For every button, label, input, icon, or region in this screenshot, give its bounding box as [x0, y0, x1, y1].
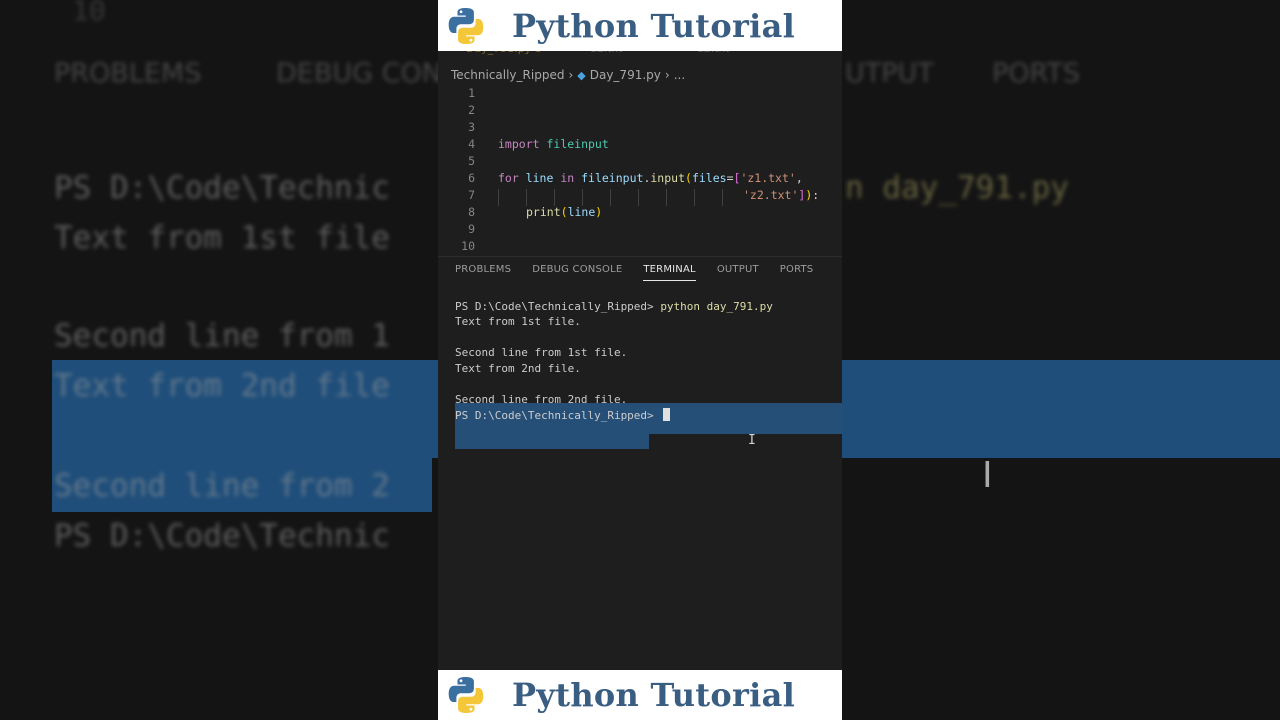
- banner-title: Python Tutorial: [512, 6, 796, 45]
- code-line: for line in fileinput.input(files=['z1.t…: [498, 171, 803, 185]
- code-line: print(line): [526, 205, 603, 219]
- breadcrumb-folder[interactable]: Technically_Ripped: [451, 68, 564, 82]
- terminal-prompt: PS D:\Code\Technically_Ripped>: [455, 408, 671, 423]
- line-number: 1: [468, 86, 475, 100]
- code-line: 'z2.txt']):: [743, 188, 820, 202]
- tab-ports[interactable]: PORTS: [780, 264, 814, 281]
- line-number: 7: [468, 188, 475, 202]
- chevron-right-icon: ›: [568, 68, 574, 82]
- background-line: PS D:\Code\Technic: [54, 170, 390, 206]
- tab-terminal[interactable]: TERMINAL: [643, 264, 696, 281]
- bottom-panel: PROBLEMS DEBUG CONSOLE TERMINAL OUTPUT P…: [438, 256, 842, 671]
- terminal-cursor: [663, 408, 671, 421]
- line-number: 8: [468, 205, 475, 219]
- line-number: 2: [468, 103, 475, 117]
- background-line-number: 10: [72, 0, 106, 27]
- breadcrumb-more[interactable]: ...: [674, 68, 685, 82]
- background-tab: DEBUG CON: [276, 58, 442, 89]
- terminal-line: Second line from 2nd file.: [455, 393, 628, 406]
- line-number: 10: [461, 239, 475, 253]
- background-line: Second line from 1: [54, 318, 390, 354]
- python-file-icon: ◆: [577, 68, 586, 82]
- background-tab: UTPUT: [845, 58, 934, 89]
- breadcrumb-file[interactable]: Day_791.py: [590, 68, 661, 82]
- background-tab: PORTS: [992, 58, 1080, 89]
- footer-banner: Python Tutorial: [438, 670, 842, 720]
- background-line: Text from 2nd file: [54, 368, 390, 404]
- terminal-line: Text from 2nd file.: [455, 362, 581, 375]
- tab-output[interactable]: OUTPUT: [717, 264, 759, 281]
- breadcrumb: Technically_Ripped › ◆ Day_791.py › ...: [451, 68, 685, 82]
- tab-debug-console[interactable]: DEBUG CONSOLE: [532, 264, 622, 281]
- code-line: import fileinput: [498, 137, 609, 151]
- panel-tabs: PROBLEMS DEBUG CONSOLE TERMINAL OUTPUT P…: [455, 264, 834, 281]
- tab-problems[interactable]: PROBLEMS: [455, 264, 511, 281]
- terminal-line: PS D:\Code\Technically_Ripped> python da…: [455, 300, 773, 313]
- line-number: 3: [468, 120, 475, 134]
- code-editor[interactable]: 1 2 3 4 import fileinput 5 6 for line in…: [438, 86, 842, 256]
- line-number: 4: [468, 137, 475, 151]
- header-banner: Python Tutorial: [438, 0, 842, 51]
- background-line: Text from 1st file: [54, 220, 390, 256]
- background-tab: PROBLEMS: [54, 58, 202, 89]
- terminal-line: Text from 1st file.: [455, 315, 581, 328]
- banner-title: Python Tutorial: [512, 676, 796, 714]
- terminal-line: Second line from 1st file.: [455, 346, 628, 359]
- background-line: PS D:\Code\Technic: [54, 518, 390, 554]
- python-logo-icon: [448, 7, 484, 44]
- chevron-right-icon: ›: [664, 68, 670, 82]
- python-logo-icon: [448, 677, 484, 713]
- tutorial-frame: Day_791.py 8 ✕ z1.txt z2.txt Technically…: [438, 0, 842, 720]
- text-selection: [455, 434, 649, 449]
- line-number: 5: [468, 154, 475, 168]
- background-text-cursor-icon: I: [982, 455, 993, 496]
- line-number: 6: [468, 171, 475, 185]
- background-line: n day_791.py: [845, 170, 1069, 206]
- background-line: Second line from 2: [54, 468, 390, 504]
- text-cursor-icon: I: [748, 433, 756, 448]
- line-number: 9: [468, 222, 475, 236]
- indent-guides: [498, 189, 748, 206]
